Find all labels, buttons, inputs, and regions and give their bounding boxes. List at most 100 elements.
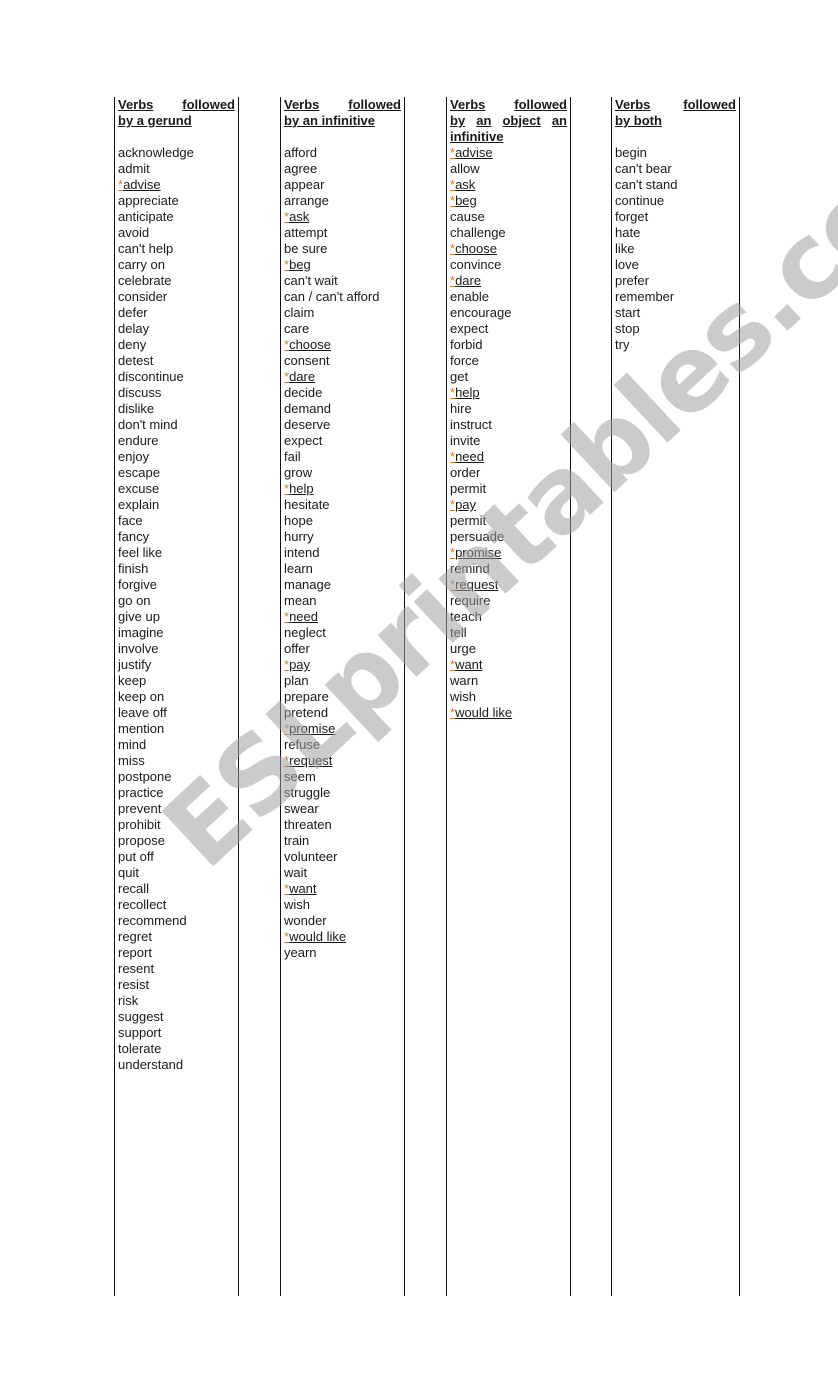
- verb-item: justify: [118, 657, 152, 672]
- verb-item: forgive: [118, 577, 158, 592]
- verb-item: fail: [284, 449, 301, 464]
- verb-item: leave off: [118, 705, 167, 720]
- verb-item: permit: [450, 481, 487, 496]
- verb-item: prohibit: [118, 817, 161, 832]
- verb-item: deserve: [284, 417, 331, 432]
- verb-item: regret: [118, 929, 152, 944]
- verb-item: don't mind: [118, 417, 178, 432]
- verb-item: explain: [118, 497, 160, 512]
- verb-item: arrange: [284, 193, 329, 208]
- verb-item: escape: [118, 465, 160, 480]
- verb-item: continue: [615, 193, 665, 208]
- verb-item: struggle: [284, 785, 331, 800]
- header-word: Verbs: [284, 97, 320, 112]
- verb-list: begin can't bear can't stand continue forget…: [615, 145, 736, 353]
- verb-item: begin: [615, 145, 647, 160]
- verb-item: enjoy: [118, 449, 150, 464]
- verb-item: *pay: [284, 657, 401, 673]
- verb-item: *choose: [450, 241, 567, 257]
- verb-item: defer: [118, 305, 148, 320]
- verb-item: resist: [118, 977, 150, 992]
- verb-item: demand: [284, 401, 331, 416]
- header-line: by both: [615, 113, 662, 128]
- verb-item: warn: [450, 673, 479, 688]
- column-object-infinitive: Verbs followed by an object an infinitive *a…: [446, 97, 571, 1296]
- header-word: Verbs: [615, 97, 651, 112]
- verb-text: ask: [455, 177, 476, 192]
- column-header: Verbs followed by an infinitive: [284, 97, 401, 129]
- verb-text: want: [455, 657, 483, 672]
- verb-item: face: [118, 513, 143, 528]
- verb-text: request: [289, 753, 333, 768]
- verb-item: anticipate: [118, 209, 174, 224]
- verb-item: discuss: [118, 385, 162, 400]
- column-header: Verbs followed by an object an infinitive: [450, 97, 567, 145]
- verb-item: fancy: [118, 529, 150, 544]
- verb-item: remind: [450, 561, 490, 576]
- verb-item: intend: [284, 545, 320, 560]
- header-word: followed: [683, 97, 736, 112]
- verb-item: mention: [118, 721, 165, 736]
- verb-item: hire: [450, 401, 472, 416]
- column-gerund: Verbs followed by a gerund acknowledge adm…: [114, 97, 239, 1296]
- verb-item: endure: [118, 433, 159, 448]
- verb-list: afford agree appear arrange *ask attempt be su…: [284, 145, 401, 961]
- verb-item: *beg: [284, 257, 401, 273]
- verb-item: carry on: [118, 257, 165, 272]
- verb-item: *advise: [450, 145, 567, 161]
- header-word: Verbs: [450, 97, 486, 112]
- verb-item: keep on: [118, 689, 165, 704]
- verb-item: risk: [118, 993, 139, 1008]
- verb-item: give up: [118, 609, 160, 624]
- verb-item: *dare: [450, 273, 567, 289]
- verb-item: propose: [118, 833, 165, 848]
- verb-text: dare: [455, 273, 482, 288]
- verb-item: wonder: [284, 913, 327, 928]
- verb-item: get: [450, 369, 469, 384]
- verb-item: *would like: [450, 705, 567, 721]
- verb-item: support: [118, 1025, 162, 1040]
- column-header: Verbs followed by a gerund: [118, 97, 235, 129]
- verb-item: expect: [450, 321, 489, 336]
- verb-item: understand: [118, 1057, 184, 1072]
- verb-item: involve: [118, 641, 159, 656]
- verb-item: decide: [284, 385, 323, 400]
- verb-item: imagine: [118, 625, 164, 640]
- verb-text: would like: [289, 929, 347, 944]
- header-word: Verbs: [118, 97, 154, 112]
- verb-item: love: [615, 257, 639, 272]
- verb-item: mind: [118, 737, 147, 752]
- verb-item: *choose: [284, 337, 401, 353]
- verb-item: *help: [284, 481, 401, 497]
- verb-item: consent: [284, 353, 330, 368]
- verb-item: dislike: [118, 401, 155, 416]
- verb-text: choose: [289, 337, 331, 352]
- verb-item: mean: [284, 593, 317, 608]
- verb-item: instruct: [450, 417, 492, 432]
- verb-list: *advise allow *ask *beg cause challenge *choos…: [450, 145, 567, 721]
- column-both: Verbs followed by both begin can't bear can…: [611, 97, 740, 1296]
- verb-item: recall: [118, 881, 150, 896]
- verb-item: urge: [450, 641, 477, 656]
- verb-list: acknowledge admit *advise appreciate anticip…: [118, 145, 235, 1073]
- verb-text: help: [455, 385, 480, 400]
- verb-item: feel like: [118, 545, 163, 560]
- verb-item: admit: [118, 161, 150, 176]
- verb-item: tell: [450, 625, 467, 640]
- verb-item: quit: [118, 865, 139, 880]
- verb-text: advise: [123, 177, 161, 192]
- verb-item: hurry: [284, 529, 314, 544]
- verb-text: request: [455, 577, 499, 592]
- verb-item: claim: [284, 305, 315, 320]
- verb-item: plan: [284, 673, 309, 688]
- verb-item: prevent: [118, 801, 162, 816]
- verb-text: advise: [455, 145, 493, 160]
- verb-item: invite: [450, 433, 481, 448]
- verb-item: force: [450, 353, 479, 368]
- verb-item: agree: [284, 161, 318, 176]
- verb-item: prefer: [615, 273, 649, 288]
- verb-text: need: [455, 449, 484, 464]
- column-infinitive: Verbs followed by an infinitive afford agr…: [280, 97, 405, 1296]
- verb-item: miss: [118, 753, 145, 768]
- verb-item: *pay: [450, 497, 567, 513]
